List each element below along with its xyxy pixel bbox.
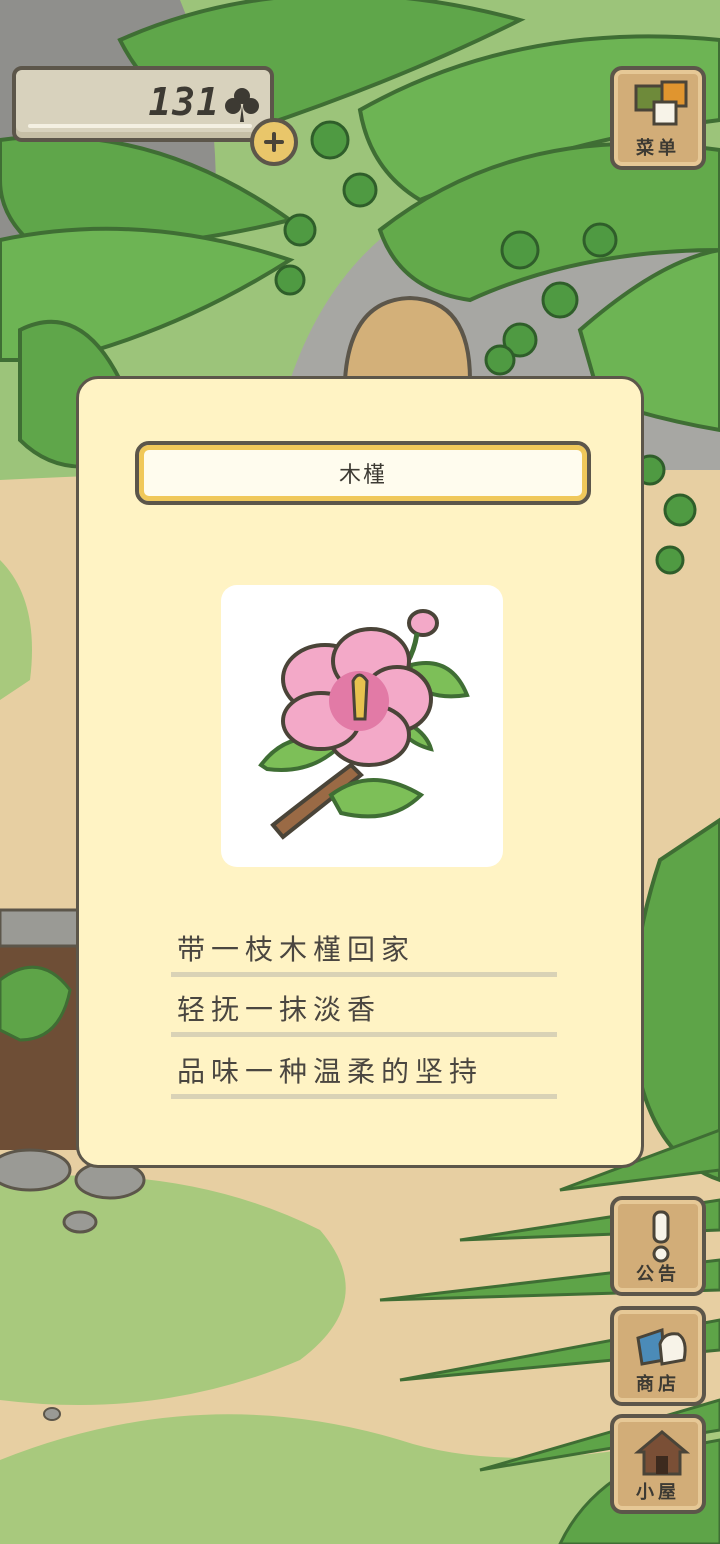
add-clover-button[interactable] xyxy=(250,118,298,166)
clover-icon xyxy=(225,88,259,122)
description-line-2: 轻抚一抹淡香 xyxy=(171,985,557,1037)
shop-label: 商店 xyxy=(636,1374,680,1395)
menu-icon xyxy=(634,80,688,126)
description-line-1: 带一枝木槿回家 xyxy=(171,925,557,977)
house-label: 小屋 xyxy=(636,1482,680,1503)
notice-button[interactable]: 公告 xyxy=(610,1196,706,1296)
house-button[interactable]: 小屋 xyxy=(610,1414,706,1514)
item-title: 木槿 xyxy=(135,441,591,505)
shop-button[interactable]: 商店 xyxy=(610,1306,706,1406)
menu-button[interactable]: 菜单 xyxy=(610,66,706,170)
house-icon xyxy=(634,1430,690,1476)
counter-underline xyxy=(28,124,252,128)
menu-label: 菜单 xyxy=(636,138,680,159)
item-detail-card: 木槿 带一枝木槿回家 轻抚一抹淡香 品味一种温柔的坚持 xyxy=(76,376,644,1168)
item-image xyxy=(221,585,503,867)
shop-bags-icon xyxy=(636,1327,687,1366)
hibiscus-flower-icon xyxy=(258,609,470,840)
description-line-3: 品味一种温柔的坚持 xyxy=(171,1047,557,1099)
clover-count: 131 xyxy=(148,80,220,124)
exclamation-icon xyxy=(652,1210,670,1263)
clover-counter: 131 xyxy=(12,66,274,142)
notice-label: 公告 xyxy=(636,1264,680,1285)
